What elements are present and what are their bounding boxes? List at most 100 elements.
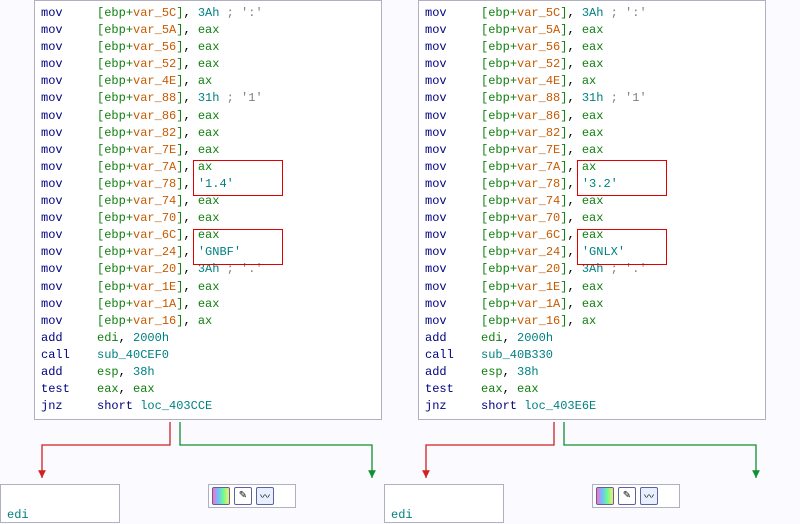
asm-row[interactable]: mov[ebp+var_56], eax [425, 39, 759, 56]
asm-row[interactable]: mov[ebp+var_88], 31h ; '1' [41, 90, 375, 107]
asm-row[interactable]: mov[ebp+var_20], 3Ah ; '.' [41, 261, 375, 278]
asm-row[interactable]: mov[ebp+var_52], eax [41, 56, 375, 73]
base-register: ebp [104, 143, 126, 157]
mnemonic: test [41, 381, 97, 398]
asm-row[interactable]: mov[ebp+var_4E], ax [425, 73, 759, 90]
asm-row[interactable]: mov[ebp+var_78], '3.2' [425, 176, 759, 193]
mnemonic: mov [425, 279, 481, 296]
asm-row[interactable]: mov[ebp+var_7A], ax [425, 159, 759, 176]
src-operand: eax [582, 280, 604, 294]
asm-row[interactable]: testeax, eax [41, 381, 375, 398]
asm-row[interactable]: mov[ebp+var_1A], eax [41, 296, 375, 313]
asm-row[interactable]: mov[ebp+var_1E], eax [41, 279, 375, 296]
src-operand: eax [582, 143, 604, 157]
mnemonic: mov [41, 125, 97, 142]
asm-row[interactable]: mov[ebp+var_5C], 3Ah ; ':' [425, 5, 759, 22]
mnemonic: add [41, 330, 97, 347]
disassembly-block-left[interactable]: mov[ebp+var_5C], 3Ah ; ':'mov[ebp+var_5A… [34, 0, 382, 420]
asm-row[interactable]: mov[ebp+var_7A], ax [41, 159, 375, 176]
comment: ; ':' [603, 6, 646, 20]
edit-icon[interactable]: ✎ [618, 487, 636, 505]
palette-icon[interactable] [596, 487, 614, 505]
block-toolbar-left: ✎ 〰 [212, 487, 274, 505]
src-operand: 3Ah [582, 6, 604, 20]
asm-row[interactable]: mov[ebp+var_70], eax [41, 210, 375, 227]
asm-row[interactable]: mov[ebp+var_6C], eax [41, 227, 375, 244]
mnemonic: mov [425, 22, 481, 39]
src-operand: ax [582, 160, 596, 174]
base-register: ebp [488, 245, 510, 259]
base-register: ebp [488, 126, 510, 140]
asm-row[interactable]: mov[ebp+var_82], eax [425, 125, 759, 142]
asm-row[interactable]: mov[ebp+var_88], 31h ; '1' [425, 90, 759, 107]
src-operand: eax [582, 40, 604, 54]
asm-row[interactable]: mov[ebp+var_4E], ax [41, 73, 375, 90]
asm-row[interactable]: mov[ebp+var_82], eax [41, 125, 375, 142]
asm-row[interactable]: mov[ebp+var_78], '1.4' [41, 176, 375, 193]
disassembly-block-right[interactable]: mov[ebp+var_5C], 3Ah ; ':'mov[ebp+var_5A… [418, 0, 766, 420]
asm-row[interactable]: mov[ebp+var_24], 'GNBF' [41, 244, 375, 261]
mnemonic: mov [41, 227, 97, 244]
asm-row[interactable]: mov[ebp+var_86], eax [41, 108, 375, 125]
asm-row[interactable]: mov[ebp+var_6C], eax [425, 227, 759, 244]
asm-row[interactable]: callsub_40B330 [425, 347, 759, 364]
asm-row[interactable]: mov[ebp+var_52], eax [425, 56, 759, 73]
asm-row[interactable]: mov[ebp+var_86], eax [425, 108, 759, 125]
asm-row[interactable]: mov[ebp+var_1E], eax [425, 279, 759, 296]
stack-var: var_6C [517, 228, 560, 242]
palette-icon[interactable] [212, 487, 230, 505]
asm-row[interactable]: testeax, eax [425, 381, 759, 398]
asm-row[interactable]: mov[ebp+var_24], 'GNLX' [425, 244, 759, 261]
asm-row[interactable]: jnzshort loc_403CCE [41, 398, 375, 415]
asm-row[interactable]: mov[ebp+var_20], 3Ah ; '.' [425, 261, 759, 278]
stack-var: var_82 [517, 126, 560, 140]
asm-row[interactable]: mov[ebp+var_16], ax [41, 313, 375, 330]
mnemonic: add [41, 364, 97, 381]
dest-operand: esp [97, 365, 119, 379]
asm-row[interactable]: mov[ebp+var_16], ax [425, 313, 759, 330]
base-register: ebp [104, 262, 126, 276]
stack-var: var_5C [517, 6, 560, 20]
asm-row[interactable]: jnzshort loc_403E6E [425, 398, 759, 415]
chart-icon[interactable]: 〰 [256, 487, 274, 505]
asm-row[interactable]: mov[ebp+var_7E], eax [41, 142, 375, 159]
asm-row[interactable]: mov[ebp+var_5C], 3Ah ; ':' [41, 5, 375, 22]
stack-var: var_5C [133, 6, 176, 20]
asm-row[interactable]: mov[ebp+var_1A], eax [425, 296, 759, 313]
mnemonic: call [425, 347, 481, 364]
src-operand: eax [133, 382, 155, 396]
asm-row[interactable]: addesp, 38h [425, 364, 759, 381]
mnemonic: mov [41, 279, 97, 296]
dest-operand: esp [481, 365, 503, 379]
base-register: ebp [104, 23, 126, 37]
edit-icon[interactable]: ✎ [234, 487, 252, 505]
stack-var: var_1E [517, 280, 560, 294]
mnemonic: mov [41, 39, 97, 56]
asm-row[interactable]: mov[ebp+var_7E], eax [425, 142, 759, 159]
asm-row[interactable]: mov[ebp+var_70], eax [425, 210, 759, 227]
base-register: ebp [104, 6, 126, 20]
asm-row[interactable]: mov[ebp+var_5A], eax [41, 22, 375, 39]
asm-row[interactable]: addesp, 38h [41, 364, 375, 381]
stack-var: var_52 [517, 57, 560, 71]
src-operand: eax [198, 143, 220, 157]
base-register: ebp [488, 262, 510, 276]
base-register: ebp [104, 297, 126, 311]
base-register: ebp [104, 74, 126, 88]
asm-row[interactable]: callsub_40CEF0 [41, 347, 375, 364]
stack-var: var_24 [517, 245, 560, 259]
asm-row[interactable]: mov[ebp+var_56], eax [41, 39, 375, 56]
asm-row[interactable]: addedi, 2000h [425, 330, 759, 347]
asm-row[interactable]: addedi, 2000h [41, 330, 375, 347]
src-operand: ax [198, 160, 212, 174]
asm-row[interactable]: mov[ebp+var_74], eax [425, 193, 759, 210]
stack-var: var_78 [133, 177, 176, 191]
base-register: ebp [488, 57, 510, 71]
stack-var: var_74 [517, 194, 560, 208]
asm-row[interactable]: mov[ebp+var_5A], eax [425, 22, 759, 39]
src-operand: 2000h [133, 331, 169, 345]
asm-row[interactable]: mov[ebp+var_74], eax [41, 193, 375, 210]
chart-icon[interactable]: 〰 [640, 487, 658, 505]
mnemonic: mov [425, 210, 481, 227]
src-operand: eax [198, 194, 220, 208]
